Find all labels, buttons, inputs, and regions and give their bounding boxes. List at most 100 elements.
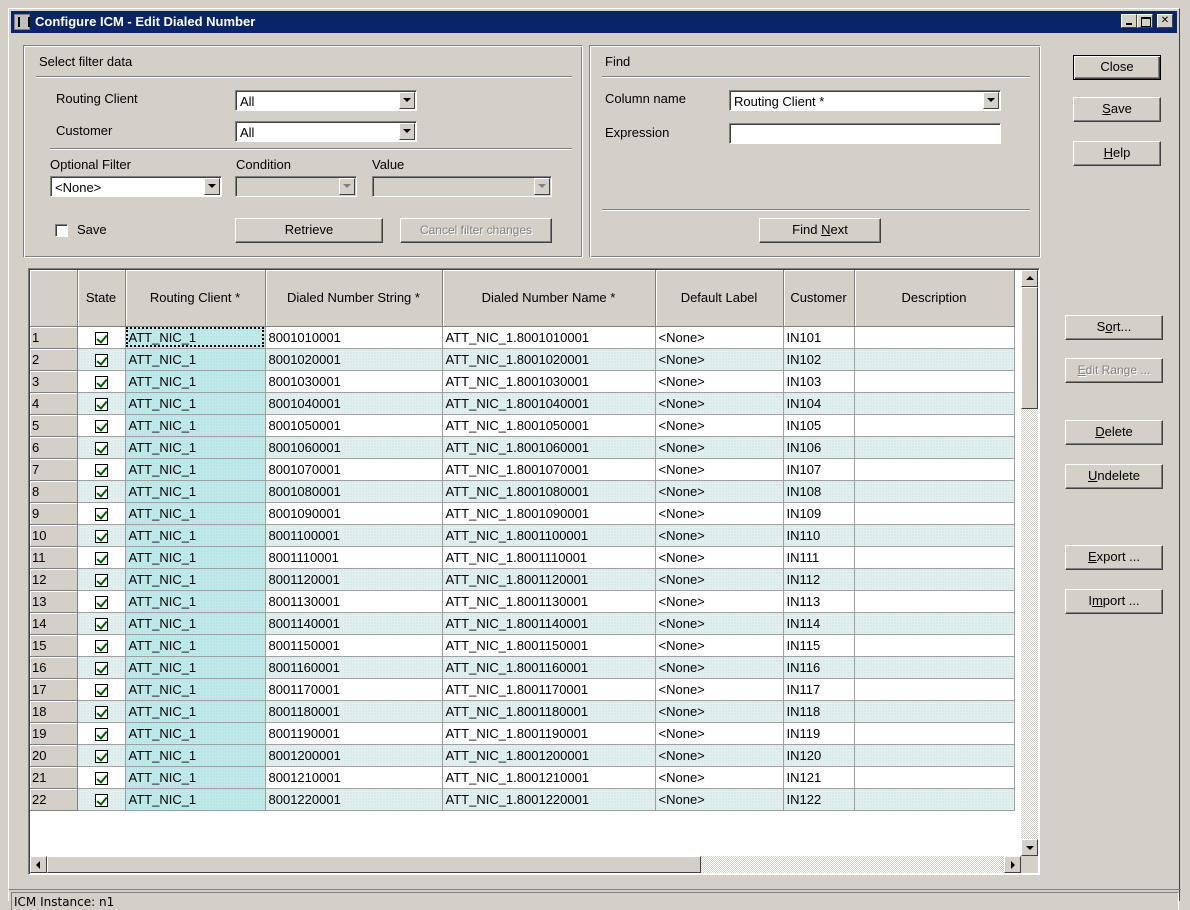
row-number[interactable]: 10 — [30, 524, 78, 547]
undelete-button[interactable]: Undelete — [1065, 464, 1163, 489]
edit-range-button[interactable]: Edit Range ... — [1065, 358, 1163, 383]
close-button[interactable]: Close — [1073, 55, 1161, 80]
chevron-down-icon[interactable] — [534, 178, 550, 195]
dialed-number-name-cell[interactable]: ATT_NIC_1.8001160001 — [442, 656, 656, 679]
column-header[interactable]: Routing Client * — [125, 270, 266, 327]
dialed-number-string-cell[interactable]: 8001190001 — [265, 722, 443, 745]
table-row[interactable]: 14 ATT_NIC_1 8001140001 ATT_NIC_1.800114000… — [30, 612, 1015, 635]
customer-cell[interactable]: IN104 — [783, 392, 855, 415]
customer-cell[interactable]: IN114 — [783, 612, 855, 635]
state-cell[interactable] — [77, 612, 126, 635]
state-cell[interactable] — [77, 414, 126, 437]
description-cell[interactable] — [854, 458, 1015, 481]
horizontal-scroll-thumb[interactable] — [47, 856, 701, 873]
description-cell[interactable] — [854, 502, 1015, 525]
dialed-number-name-cell[interactable]: ATT_NIC_1.8001010001 — [442, 326, 656, 349]
customer-cell[interactable]: IN122 — [783, 788, 855, 811]
row-number[interactable]: 12 — [30, 568, 78, 591]
dialed-number-name-cell[interactable]: ATT_NIC_1.8001170001 — [442, 678, 656, 701]
default-label-cell[interactable]: <None> — [655, 436, 784, 459]
chevron-down-icon[interactable] — [983, 92, 999, 109]
dialed-number-string-cell[interactable]: 8001010001 — [265, 326, 443, 349]
dialed-number-name-cell[interactable]: ATT_NIC_1.8001190001 — [442, 722, 656, 745]
default-label-cell[interactable]: <None> — [655, 722, 784, 745]
dialed-number-grid[interactable]: State Routing Client * Dialed Number Strin… — [28, 268, 1040, 875]
state-cell[interactable] — [77, 348, 126, 371]
dialed-number-name-cell[interactable]: ATT_NIC_1.8001140001 — [442, 612, 656, 635]
table-row[interactable]: 5 ATT_NIC_1 8001050001 ATT_NIC_1.8001050001… — [30, 414, 1015, 437]
dialed-number-name-cell[interactable]: ATT_NIC_1.8001220001 — [442, 788, 656, 811]
dialed-number-string-cell[interactable]: 8001150001 — [265, 634, 443, 657]
description-cell[interactable] — [854, 524, 1015, 547]
routing-client-cell[interactable]: ATT_NIC_1 — [125, 524, 266, 547]
table-row[interactable]: 22 ATT_NIC_1 8001220001 ATT_NIC_1.800122000… — [30, 788, 1015, 811]
routing-client-cell[interactable]: ATT_NIC_1 — [125, 744, 266, 767]
find-next-button[interactable]: Find Next — [759, 218, 881, 243]
vertical-scroll-thumb[interactable] — [1021, 287, 1038, 409]
routing-client-cell[interactable]: ATT_NIC_1 — [125, 546, 266, 569]
cancel-filter-changes-button[interactable]: Cancel filter changes — [400, 218, 552, 243]
row-number[interactable]: 3 — [30, 370, 78, 393]
dialed-number-name-cell[interactable]: ATT_NIC_1.8001200001 — [442, 744, 656, 767]
table-row[interactable]: 20 ATT_NIC_1 8001200001 ATT_NIC_1.800120000… — [30, 744, 1015, 767]
state-cell[interactable] — [77, 656, 126, 679]
table-row[interactable]: 7 ATT_NIC_1 8001070001 ATT_NIC_1.8001070001… — [30, 458, 1015, 481]
dialed-number-string-cell[interactable]: 8001080001 — [265, 480, 443, 503]
import-button[interactable]: Import ... — [1065, 589, 1163, 614]
description-cell[interactable] — [854, 436, 1015, 459]
default-label-cell[interactable]: <None> — [655, 744, 784, 767]
dialed-number-name-cell[interactable]: ATT_NIC_1.8001060001 — [442, 436, 656, 459]
routing-client-cell[interactable]: ATT_NIC_1 — [125, 590, 266, 613]
table-row[interactable]: 16 ATT_NIC_1 8001160001 ATT_NIC_1.800116000… — [30, 656, 1015, 679]
column-header[interactable]: State — [77, 270, 126, 327]
description-cell[interactable] — [854, 634, 1015, 657]
routing-client-cell[interactable]: ATT_NIC_1 — [125, 436, 266, 459]
dialed-number-string-cell[interactable]: 8001090001 — [265, 502, 443, 525]
help-button[interactable]: Help — [1073, 141, 1161, 166]
state-cell[interactable] — [77, 392, 126, 415]
table-row[interactable]: 9 ATT_NIC_1 8001090001 ATT_NIC_1.8001090001… — [30, 502, 1015, 525]
default-label-cell[interactable]: <None> — [655, 348, 784, 371]
description-cell[interactable] — [854, 678, 1015, 701]
default-label-cell[interactable]: <None> — [655, 326, 784, 349]
dialed-number-string-cell[interactable]: 8001050001 — [265, 414, 443, 437]
state-cell[interactable] — [77, 678, 126, 701]
default-label-cell[interactable]: <None> — [655, 370, 784, 393]
default-label-cell[interactable]: <None> — [655, 700, 784, 723]
dialed-number-string-cell[interactable]: 8001040001 — [265, 392, 443, 415]
save-button[interactable]: Save — [1073, 97, 1161, 122]
description-cell[interactable] — [854, 546, 1015, 569]
retrieve-button[interactable]: Retrieve — [235, 218, 383, 243]
row-number[interactable]: 14 — [30, 612, 78, 635]
row-number[interactable]: 11 — [30, 546, 78, 569]
routing-client-cell[interactable]: ATT_NIC_1 — [125, 722, 266, 745]
description-cell[interactable] — [854, 370, 1015, 393]
table-row[interactable]: 4 ATT_NIC_1 8001040001 ATT_NIC_1.8001040001… — [30, 392, 1015, 415]
chevron-down-icon[interactable] — [399, 92, 415, 109]
routing-client-cell[interactable]: ATT_NIC_1 — [125, 458, 266, 481]
dialed-number-name-cell[interactable]: ATT_NIC_1.8001070001 — [442, 458, 656, 481]
state-cell[interactable] — [77, 744, 126, 767]
row-number[interactable]: 22 — [30, 788, 78, 811]
dialed-number-string-cell[interactable]: 8001180001 — [265, 700, 443, 723]
customer-cell[interactable]: IN118 — [783, 700, 855, 723]
default-label-cell[interactable]: <None> — [655, 392, 784, 415]
description-cell[interactable] — [854, 744, 1015, 767]
dialed-number-name-cell[interactable]: ATT_NIC_1.8001030001 — [442, 370, 656, 393]
dialed-number-name-cell[interactable]: ATT_NIC_1.8001020001 — [442, 348, 656, 371]
description-cell[interactable] — [854, 656, 1015, 679]
minimize-button[interactable] — [1121, 14, 1137, 28]
routing-client-cell[interactable]: ATT_NIC_1 — [125, 788, 266, 811]
routing-client-cell[interactable]: ATT_NIC_1 — [125, 568, 266, 591]
dialed-number-string-cell[interactable]: 8001220001 — [265, 788, 443, 811]
customer-cell[interactable]: IN112 — [783, 568, 855, 591]
default-label-cell[interactable]: <None> — [655, 590, 784, 613]
customer-cell[interactable]: IN115 — [783, 634, 855, 657]
default-label-cell[interactable]: <None> — [655, 766, 784, 789]
column-header[interactable]: Customer — [783, 270, 855, 327]
dialed-number-string-cell[interactable]: 8001170001 — [265, 678, 443, 701]
dialed-number-string-cell[interactable]: 8001140001 — [265, 612, 443, 635]
description-cell[interactable] — [854, 788, 1015, 811]
state-cell[interactable] — [77, 766, 126, 789]
customer-cell[interactable]: IN108 — [783, 480, 855, 503]
